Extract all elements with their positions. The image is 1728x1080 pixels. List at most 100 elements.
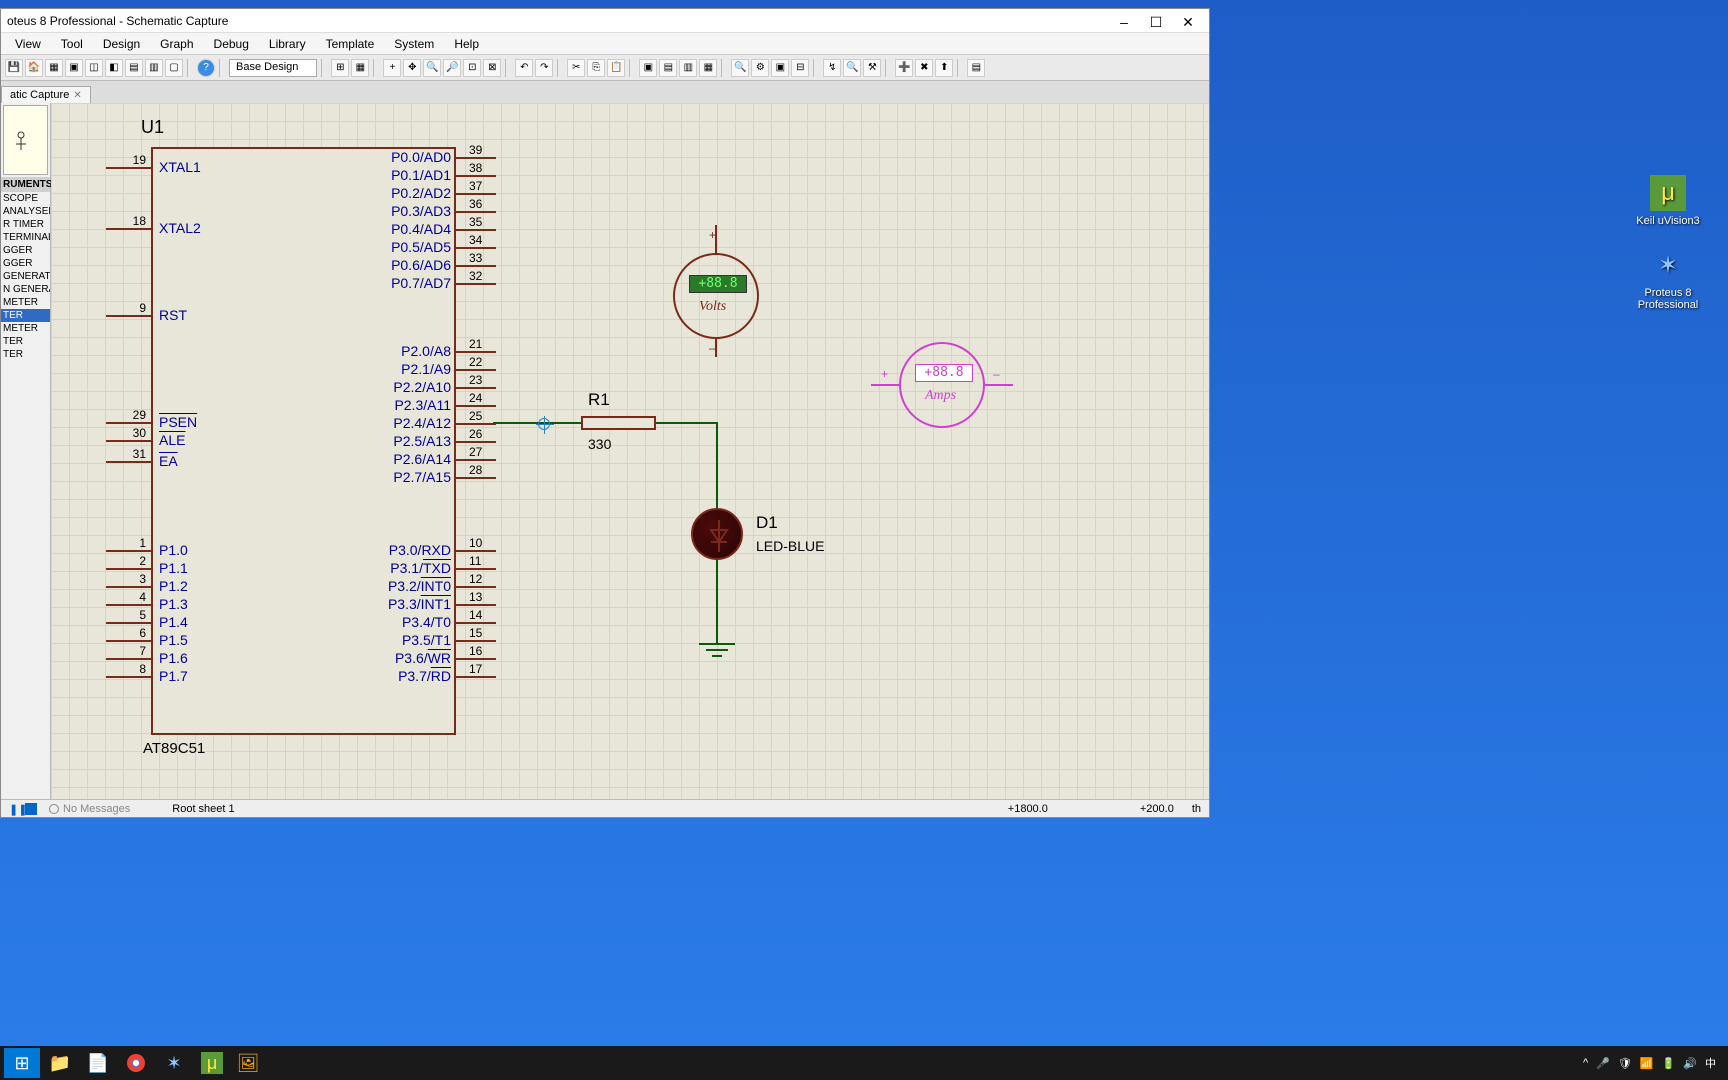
pin-line[interactable]: [106, 167, 151, 169]
pin-line[interactable]: [456, 441, 496, 443]
wire-2[interactable]: [656, 422, 718, 424]
systray-wifi-icon[interactable]: 📶: [1640, 1057, 1654, 1070]
copy-icon[interactable]: ⎘: [587, 59, 605, 77]
pin-line[interactable]: [456, 351, 496, 353]
systray-volume-icon[interactable]: 🔊: [1683, 1057, 1697, 1070]
origin-icon[interactable]: +: [383, 59, 401, 77]
bom-icon[interactable]: ▤: [125, 59, 143, 77]
pin-line[interactable]: [106, 568, 151, 570]
paste-icon[interactable]: 📋: [607, 59, 625, 77]
save-icon[interactable]: 💾: [5, 59, 23, 77]
gerber-icon[interactable]: ◧: [105, 59, 123, 77]
new-sheet-icon[interactable]: ➕: [895, 59, 913, 77]
pin-line[interactable]: [106, 315, 151, 317]
pin-line[interactable]: [106, 640, 151, 642]
systray-shield-icon[interactable]: 🛡: [1618, 1057, 1632, 1070]
grid-snap-icon[interactable]: ⊞: [331, 59, 349, 77]
desktop-icon-proteus[interactable]: ✶ Proteus 8 Professional: [1628, 247, 1708, 311]
sidebar-item-scope[interactable]: SCOPE: [1, 192, 50, 205]
sidebar-item-terminal[interactable]: TERMINAL: [1, 231, 50, 244]
taskbar-start[interactable]: ⊞: [4, 1048, 40, 1078]
ammeter-pin-right[interactable]: [985, 384, 1013, 386]
sidebar-item-ter2[interactable]: TER: [1, 348, 50, 361]
property-icon[interactable]: ⚒: [863, 59, 881, 77]
pin-line[interactable]: [106, 604, 151, 606]
remove-sheet-icon[interactable]: ✖: [915, 59, 933, 77]
pin-line[interactable]: [456, 193, 496, 195]
menu-library[interactable]: Library: [259, 35, 316, 53]
design-dropdown[interactable]: Base Design: [229, 59, 317, 77]
pin-line[interactable]: [456, 265, 496, 267]
tab-schematic[interactable]: atic Capture ✕: [1, 86, 91, 103]
block-delete-icon[interactable]: ▦: [699, 59, 717, 77]
schematic-canvas[interactable]: U1 AT89C51 R1 330: [51, 103, 1209, 799]
systray-mic-icon[interactable]: 🎤: [1596, 1057, 1610, 1070]
pick-icon[interactable]: 🔍: [731, 59, 749, 77]
taskbar-explorer[interactable]: 📁: [42, 1048, 78, 1078]
minimize-button[interactable]: –: [1117, 14, 1131, 28]
menu-help[interactable]: Help: [444, 35, 489, 53]
pin-line[interactable]: [456, 586, 496, 588]
exit-sheet-icon[interactable]: ⬆: [935, 59, 953, 77]
taskbar-pdf[interactable]: 📄: [80, 1048, 116, 1078]
pin-line[interactable]: [456, 658, 496, 660]
code-icon[interactable]: ▥: [145, 59, 163, 77]
pin-line[interactable]: [106, 676, 151, 678]
pin-line[interactable]: [456, 604, 496, 606]
block-copy-icon[interactable]: ▣: [639, 59, 657, 77]
sidebar-item-selected[interactable]: TER: [1, 309, 50, 322]
led-body[interactable]: [691, 508, 743, 560]
taskbar-photos[interactable]: 🖼: [230, 1048, 266, 1078]
sidebar-item-ngenerato[interactable]: N GENERATO: [1, 283, 50, 296]
taskbar-proteus[interactable]: ✶: [156, 1048, 192, 1078]
menu-graph[interactable]: Graph: [150, 35, 203, 53]
status-messages[interactable]: No Messages: [49, 803, 130, 815]
package-icon[interactable]: ▣: [771, 59, 789, 77]
cut-icon[interactable]: ✂: [567, 59, 585, 77]
search-icon[interactable]: 🔍: [843, 59, 861, 77]
pin-line[interactable]: [456, 369, 496, 371]
pin-line[interactable]: [106, 422, 151, 424]
stop-icon[interactable]: [25, 803, 37, 815]
pin-line[interactable]: [456, 568, 496, 570]
pin-line[interactable]: [106, 440, 151, 442]
pin-line[interactable]: [456, 640, 496, 642]
pin-line[interactable]: [456, 550, 496, 552]
zoom-out-icon[interactable]: 🔎: [443, 59, 461, 77]
maximize-button[interactable]: ☐: [1149, 14, 1163, 28]
block-rotate-icon[interactable]: ▥: [679, 59, 697, 77]
3d-icon[interactable]: ◫: [85, 59, 103, 77]
systray-ime[interactable]: 中: [1705, 1055, 1716, 1071]
menu-system[interactable]: System: [384, 35, 444, 53]
sidebar-item-meter2[interactable]: METER: [1, 322, 50, 335]
pcb-icon[interactable]: ▣: [65, 59, 83, 77]
sidebar-item-timer[interactable]: R TIMER: [1, 218, 50, 231]
decompose-icon[interactable]: ⊟: [791, 59, 809, 77]
home-icon[interactable]: 🏠: [25, 59, 43, 77]
pin-line[interactable]: [106, 550, 151, 552]
pin-line[interactable]: [106, 658, 151, 660]
pin-line[interactable]: [456, 211, 496, 213]
close-button[interactable]: ✕: [1181, 14, 1195, 28]
wire-3[interactable]: [716, 422, 718, 512]
library-icon[interactable]: ⚙: [751, 59, 769, 77]
pin-line[interactable]: [456, 387, 496, 389]
zoom-in-icon[interactable]: 🔍: [423, 59, 441, 77]
pause-icon[interactable]: ❚❚: [9, 803, 21, 815]
undo-icon[interactable]: ↶: [515, 59, 533, 77]
pin-line[interactable]: [456, 622, 496, 624]
menu-design[interactable]: Design: [93, 35, 150, 53]
systray-battery-icon[interactable]: 🔋: [1662, 1057, 1676, 1070]
pin-line[interactable]: [106, 586, 151, 588]
menu-template[interactable]: Template: [316, 35, 385, 53]
pin-line[interactable]: [106, 461, 151, 463]
notes-icon[interactable]: ▢: [165, 59, 183, 77]
grid-icon[interactable]: ▦: [351, 59, 369, 77]
tab-close-icon[interactable]: ✕: [73, 90, 81, 101]
pin-line[interactable]: [456, 459, 496, 461]
pin-line[interactable]: [456, 283, 496, 285]
pin-line[interactable]: [456, 423, 496, 425]
sidebar-item-meter1[interactable]: METER: [1, 296, 50, 309]
pin-line[interactable]: [456, 247, 496, 249]
pin-line[interactable]: [456, 175, 496, 177]
